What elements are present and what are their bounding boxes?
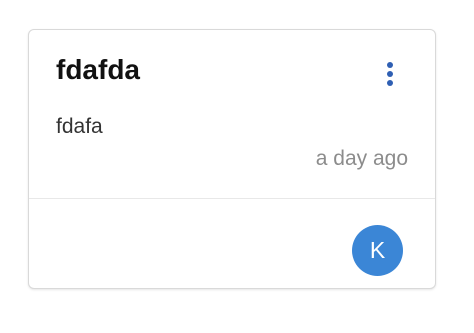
timestamp: a day ago bbox=[315, 147, 408, 170]
card-title: fdafda bbox=[56, 54, 140, 85]
more-options-button[interactable] bbox=[377, 57, 403, 91]
more-vertical-icon-dot-2 bbox=[387, 71, 393, 77]
avatar[interactable]: K bbox=[352, 225, 403, 276]
card-body-text: fdafa bbox=[56, 115, 103, 138]
more-vertical-icon bbox=[387, 62, 393, 68]
note-card[interactable]: fdafda fdafa a day ago K bbox=[28, 29, 436, 289]
more-vertical-icon-dot-3 bbox=[387, 80, 393, 86]
card-divider bbox=[29, 198, 435, 199]
